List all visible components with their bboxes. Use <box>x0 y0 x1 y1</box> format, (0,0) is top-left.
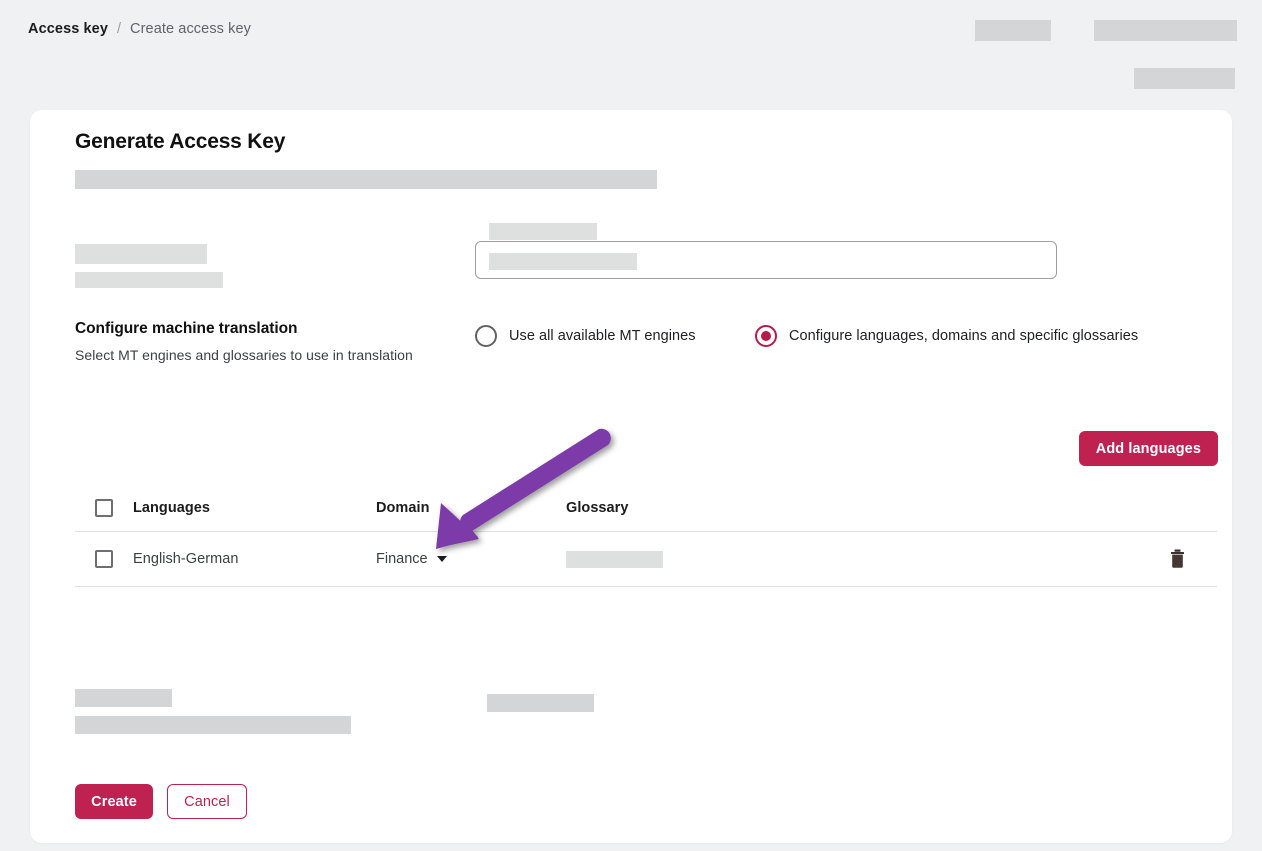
radio-option-use-all-engines[interactable]: Use all available MT engines <box>475 325 696 347</box>
breadcrumb-item-create-access-key: Create access key <box>130 21 252 37</box>
breadcrumb-item-access-key[interactable]: Access key <box>28 19 108 39</box>
domain-dropdown-value: Finance <box>376 551 428 567</box>
radio-circle-selected-icon[interactable] <box>755 325 777 347</box>
redacted-block-topbar-3 <box>1134 68 1235 89</box>
redacted-block-field-sublabel <box>75 272 223 288</box>
select-all-checkbox[interactable] <box>95 499 113 517</box>
breadcrumb: Access key / Create access key <box>28 19 251 39</box>
add-languages-button[interactable]: Add languages <box>1078 431 1218 466</box>
redacted-block-footer-3 <box>487 694 594 712</box>
table-row: English-German Finance <box>75 531 1217 587</box>
cancel-button[interactable]: Cancel <box>167 784 247 819</box>
mt-section-heading: Configure machine translation <box>75 320 298 337</box>
cell-languages: English-German <box>133 551 239 567</box>
table-row-checkbox-cell <box>75 550 133 568</box>
delete-row-button[interactable] <box>1169 549 1186 569</box>
table-header-checkbox-cell <box>75 499 133 517</box>
radio-circle-unselected-icon[interactable] <box>475 325 497 347</box>
cell-domain: Finance <box>376 550 566 568</box>
redacted-block-subtitle <box>75 170 657 189</box>
redacted-block-field-label <box>75 244 207 264</box>
radio-label-use-all-engines: Use all available MT engines <box>509 328 696 344</box>
cell-actions <box>1137 549 1217 569</box>
redacted-block-topbar-2 <box>1094 20 1237 41</box>
radio-option-configure-languages[interactable]: Configure languages, domains and specifi… <box>755 325 1138 347</box>
column-header-domain: Domain <box>376 500 430 516</box>
redacted-block-glossary-value <box>566 550 663 568</box>
page-title: Generate Access Key <box>75 130 286 153</box>
redacted-block-footer-1 <box>75 689 172 707</box>
create-button[interactable]: Create <box>75 784 153 819</box>
mt-section-subtext: Select MT engines and glossaries to use … <box>75 347 413 363</box>
column-header-glossary: Glossary <box>566 500 629 516</box>
domain-dropdown[interactable]: Finance <box>376 551 447 567</box>
redacted-block-input-label <box>489 223 597 240</box>
table-header-row: Languages Domain Glossary <box>75 485 1217 531</box>
row-select-checkbox[interactable] <box>95 550 113 568</box>
generate-access-key-card: Generate Access Key Configure machine tr… <box>30 110 1232 843</box>
redacted-block-footer-2 <box>75 716 351 734</box>
breadcrumb-separator: / <box>117 21 122 37</box>
redacted-block-topbar-1 <box>975 20 1051 41</box>
column-header-languages: Languages <box>133 500 210 516</box>
trash-icon <box>1170 549 1184 568</box>
chevron-down-icon <box>436 556 447 562</box>
radio-label-configure-languages: Configure languages, domains and specifi… <box>789 328 1139 344</box>
cell-glossary <box>566 550 1137 568</box>
text-input-field[interactable] <box>475 241 1057 279</box>
redacted-block-input-value <box>489 253 637 270</box>
languages-table: Languages Domain Glossary English-German… <box>75 485 1217 587</box>
